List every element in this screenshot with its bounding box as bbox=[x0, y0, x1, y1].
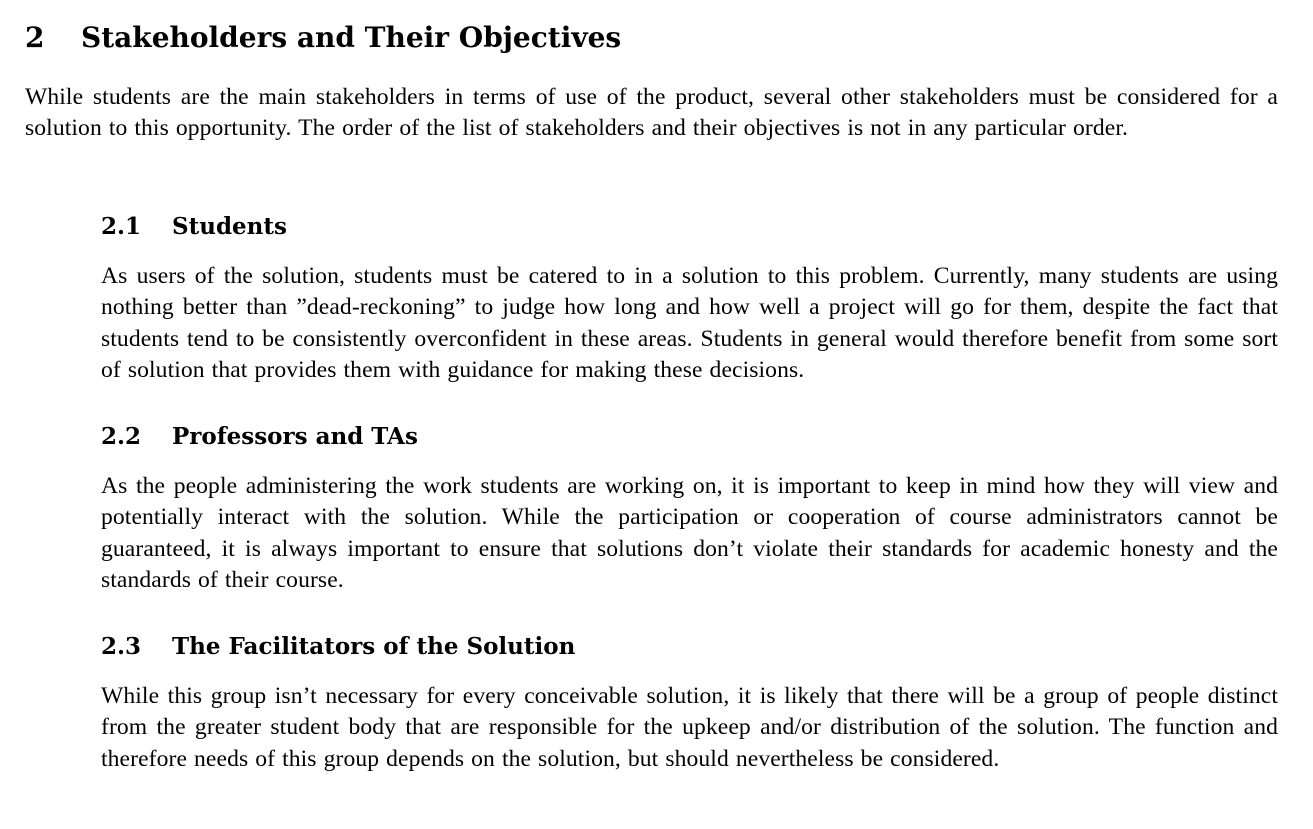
subsection-title: The Facilitators of the Solution bbox=[172, 633, 576, 660]
subsection-heading-professors: 2.2 Professors and TAs bbox=[101, 421, 418, 453]
section-intro-paragraph: While students are the main stakeholders… bbox=[25, 84, 1278, 142]
subsection-title: Professors and TAs bbox=[172, 423, 418, 450]
subsection-paragraph-students: As users of the solution, students must … bbox=[101, 263, 1278, 384]
subsection-number: 2.2 bbox=[101, 423, 142, 450]
subsection-heading-facilitators: 2.3 The Facilitators of the Solution bbox=[101, 631, 575, 663]
subsection-number: 2.1 bbox=[101, 213, 142, 240]
subsection-title: Students bbox=[172, 213, 287, 240]
subsection-number: 2.3 bbox=[101, 633, 142, 660]
subsection-heading-students: 2.1 Students bbox=[101, 211, 287, 243]
subsection-paragraph-facilitators: While this group isn’t necessary for eve… bbox=[101, 683, 1278, 772]
section-title: Stakeholders and Their Objectives bbox=[81, 21, 622, 54]
subsection-paragraph-professors: As the people administering the work stu… bbox=[101, 473, 1278, 594]
section-heading: 2 Stakeholders and Their Objectives bbox=[25, 18, 621, 58]
section-number: 2 bbox=[25, 21, 45, 54]
